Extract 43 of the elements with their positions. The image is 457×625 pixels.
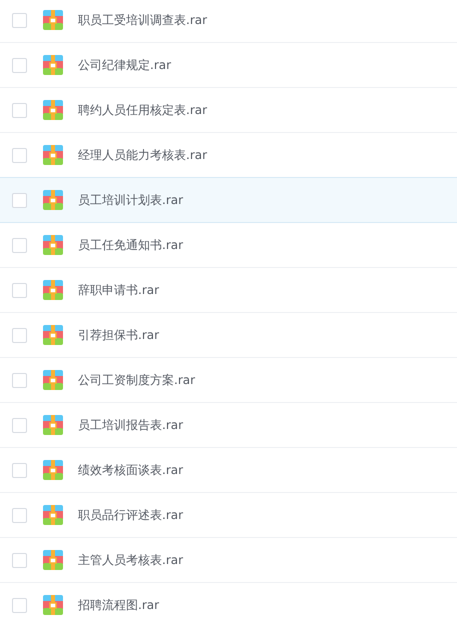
file-name[interactable]: 员工任免通知书.rar — [78, 236, 184, 254]
archive-icon — [43, 10, 63, 30]
checkbox[interactable] — [12, 192, 27, 208]
file-name[interactable]: 职员工受培训调查表.rar — [78, 12, 208, 28]
checkbox[interactable] — [12, 598, 27, 612]
checkbox[interactable] — [12, 238, 27, 252]
archive-icon — [43, 595, 63, 615]
checkbox[interactable] — [12, 282, 27, 298]
archive-icon — [43, 190, 63, 210]
file-name[interactable]: 辞职申请书.rar — [78, 282, 160, 298]
checkbox[interactable] — [12, 102, 27, 118]
file-name[interactable]: 公司纪律规定.rar — [78, 56, 172, 74]
checkbox[interactable] — [12, 328, 27, 342]
file-name[interactable]: 公司工资制度方案.rar — [78, 372, 196, 388]
archive-icon — [43, 55, 63, 75]
archive-icon — [43, 325, 63, 345]
archive-icon — [43, 550, 63, 570]
archive-icon — [43, 235, 63, 255]
file-name[interactable]: 员工培训报告表.rar — [78, 416, 184, 434]
archive-icon — [43, 505, 63, 525]
archive-icon — [43, 415, 63, 435]
archive-icon — [43, 145, 63, 165]
checkbox[interactable] — [12, 508, 27, 522]
archive-icon — [43, 100, 63, 120]
checkbox[interactable] — [12, 372, 27, 388]
archive-icon — [43, 460, 63, 480]
archive-icon — [43, 280, 63, 300]
file-name[interactable]: 员工培训计划表.rar — [78, 192, 184, 208]
checkbox[interactable] — [12, 58, 27, 72]
checkbox[interactable] — [12, 12, 27, 28]
file-name[interactable]: 聘约人员任用核定表.rar — [78, 102, 208, 118]
archive-icon — [43, 370, 63, 390]
checkbox[interactable] — [12, 552, 27, 568]
file-row[interactable]: 员工培训计划表.rar — [0, 177, 457, 223]
file-name[interactable]: 经理人员能力考核表.rar — [78, 146, 208, 164]
checkbox[interactable] — [12, 462, 27, 478]
file-name[interactable]: 职员品行评述表.rar — [78, 506, 184, 524]
file-name[interactable]: 绩效考核面谈表.rar — [78, 462, 184, 478]
checkbox[interactable] — [12, 148, 27, 162]
file-name[interactable]: 引荐担保书.rar — [78, 326, 160, 344]
file-name[interactable]: 招聘流程图.rar — [78, 596, 160, 614]
checkbox[interactable] — [12, 418, 27, 432]
file-name[interactable]: 主管人员考核表.rar — [78, 552, 184, 568]
